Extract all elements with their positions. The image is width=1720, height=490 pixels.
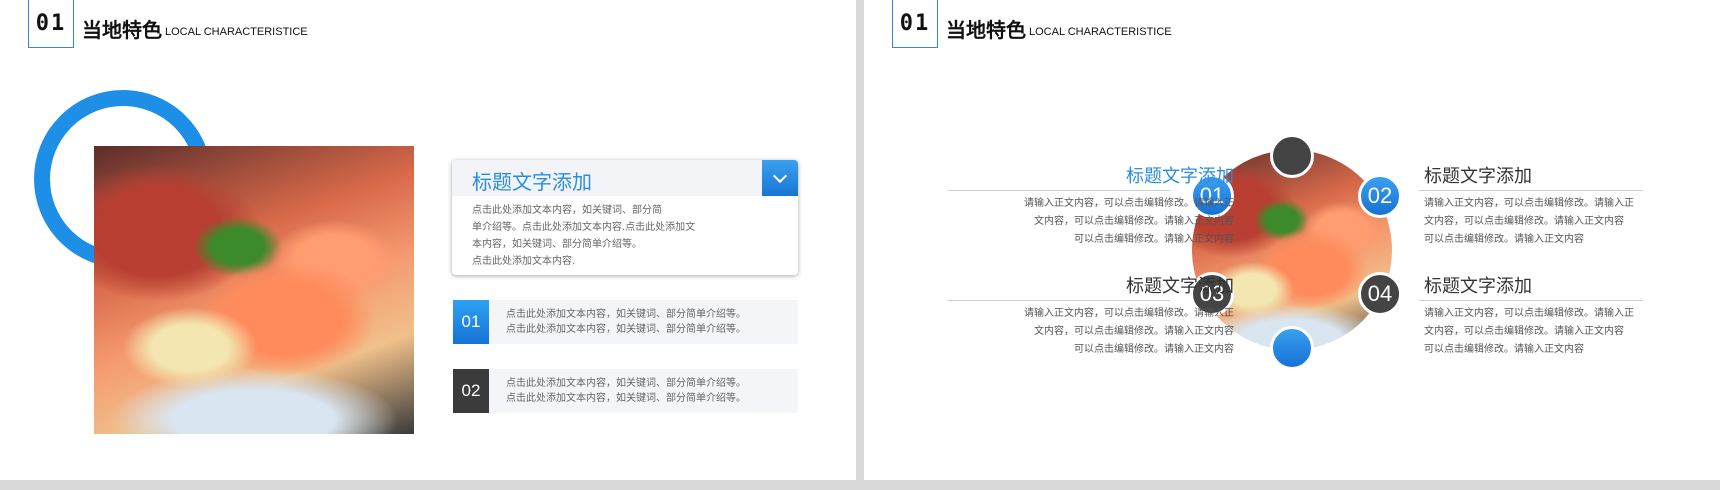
item-number: 01 (453, 300, 489, 344)
card-text-line: 单介绍等。点击此处添加文本内容.点击此处添加文 (472, 222, 696, 233)
block-text: 请输入正文内容，可以点击编辑修改。请输入正 文内容，可以点击编辑修改。请输入正文… (1024, 195, 1234, 249)
block-text: 请输入正文内容，可以点击编辑修改。请输入正 文内容，可以点击编辑修改。请输入正文… (1024, 305, 1234, 359)
item-number: 02 (453, 369, 489, 413)
block-title: 标题文字添加 (1424, 166, 1532, 187)
seafood-photo (94, 146, 414, 434)
card-text-line: 点击此处添加文本内容，如关键词、部分简 (472, 205, 662, 216)
card-text-line: 本内容，如关键词、部分简单介绍等。 (472, 239, 642, 250)
section-number-box: 01 (28, 0, 74, 48)
item-text: 点击此处添加文本内容，如关键词、部分简单介绍等。 点击此处添加文本内容，如关键词… (506, 307, 746, 337)
block-text-line: 文内容，可以点击编辑修改。请输入正文内容 (1424, 326, 1624, 337)
title-card: 标题文字添加 点击此处添加文本内容，如关键词、部分简 单介绍等。点击此处添加文本… (452, 160, 798, 275)
section-number: 01 (35, 11, 67, 36)
block-text-line: 可以点击编辑修改。请输入正文内容 (1074, 344, 1234, 355)
item-text-line: 点击此处添加文本内容，如关键词、部分简单介绍等。 (506, 378, 746, 389)
block-title: 标题文字添加 (1126, 276, 1234, 297)
item-text: 点击此处添加文本内容，如关键词、部分简单介绍等。 点击此处添加文本内容，如关键词… (506, 376, 746, 406)
block-text-line: 文内容，可以点击编辑修改。请输入正文内容 (1424, 216, 1624, 227)
block-text: 请输入正文内容，可以点击编辑修改。请输入正 文内容，可以点击编辑修改。请输入正文… (1424, 305, 1634, 359)
card-text-line: 点击此处添加文本内容. (472, 256, 576, 267)
block-text-line: 请输入正文内容，可以点击编辑修改。请输入正 (1424, 308, 1634, 319)
block-title: 标题文字添加 (1126, 166, 1234, 187)
top-node-icon (1270, 134, 1314, 178)
badge-04: 04 (1358, 272, 1402, 316)
section-number: 01 (899, 11, 931, 36)
section-subtitle: LOCAL CHARACTERISTICE (1029, 26, 1172, 38)
block-text-line: 文内容，可以点击编辑修改。请输入正文内容 (1034, 326, 1234, 337)
block-text-line: 可以点击编辑修改。请输入正文内容 (1424, 234, 1584, 245)
block-divider (948, 300, 1170, 301)
block-text-line: 可以点击编辑修改。请输入正文内容 (1424, 344, 1584, 355)
block-text-line: 请输入正文内容，可以点击编辑修改。请输入正 (1424, 198, 1634, 209)
block-title: 标题文字添加 (1424, 276, 1532, 297)
block-text-line: 请输入正文内容，可以点击编辑修改。请输入正 (1024, 308, 1234, 319)
item-text-line: 点击此处添加文本内容，如关键词、部分简单介绍等。 (506, 309, 746, 320)
block-text-line: 文内容，可以点击编辑修改。请输入正文内容 (1034, 216, 1234, 227)
section-subtitle: LOCAL CHARACTERISTICE (165, 26, 308, 38)
block-divider (948, 190, 1170, 191)
card-title: 标题文字添加 (472, 170, 592, 194)
chevron-down-icon[interactable] (762, 160, 798, 196)
block-text: 请输入正文内容，可以点击编辑修改。请输入正 文内容，可以点击编辑修改。请输入正文… (1424, 195, 1634, 249)
item-text-line: 点击此处添加文本内容，如关键词、部分简单介绍等。 (506, 393, 746, 404)
list-item: 01 点击此处添加文本内容，如关键词、部分简单介绍等。 点击此处添加文本内容，如… (453, 300, 798, 344)
slide-left: 01 当地特色 LOCAL CHARACTERISTICE 标题文字添加 点击此… (0, 0, 856, 480)
block-text-line: 请输入正文内容，可以点击编辑修改。请输入正 (1024, 198, 1234, 209)
section-title: 当地特色 (946, 18, 1026, 42)
badge-02: 02 (1358, 174, 1402, 218)
card-body: 点击此处添加文本内容，如关键词、部分简 单介绍等。点击此处添加文本内容.点击此处… (452, 196, 798, 275)
section-title: 当地特色 (82, 18, 162, 42)
block-text-line: 可以点击编辑修改。请输入正文内容 (1074, 234, 1234, 245)
bottom-node-icon (1270, 326, 1314, 370)
block-divider (1419, 190, 1643, 191)
block-divider (1419, 300, 1643, 301)
slide-right: 01 当地特色 LOCAL CHARACTERISTICE 01 02 03 0… (864, 0, 1720, 480)
section-number-box: 01 (892, 0, 938, 48)
title-card-header: 标题文字添加 (452, 160, 798, 196)
item-text-line: 点击此处添加文本内容，如关键词、部分简单介绍等。 (506, 324, 746, 335)
list-item: 02 点击此处添加文本内容，如关键词、部分简单介绍等。 点击此处添加文本内容，如… (453, 369, 798, 413)
